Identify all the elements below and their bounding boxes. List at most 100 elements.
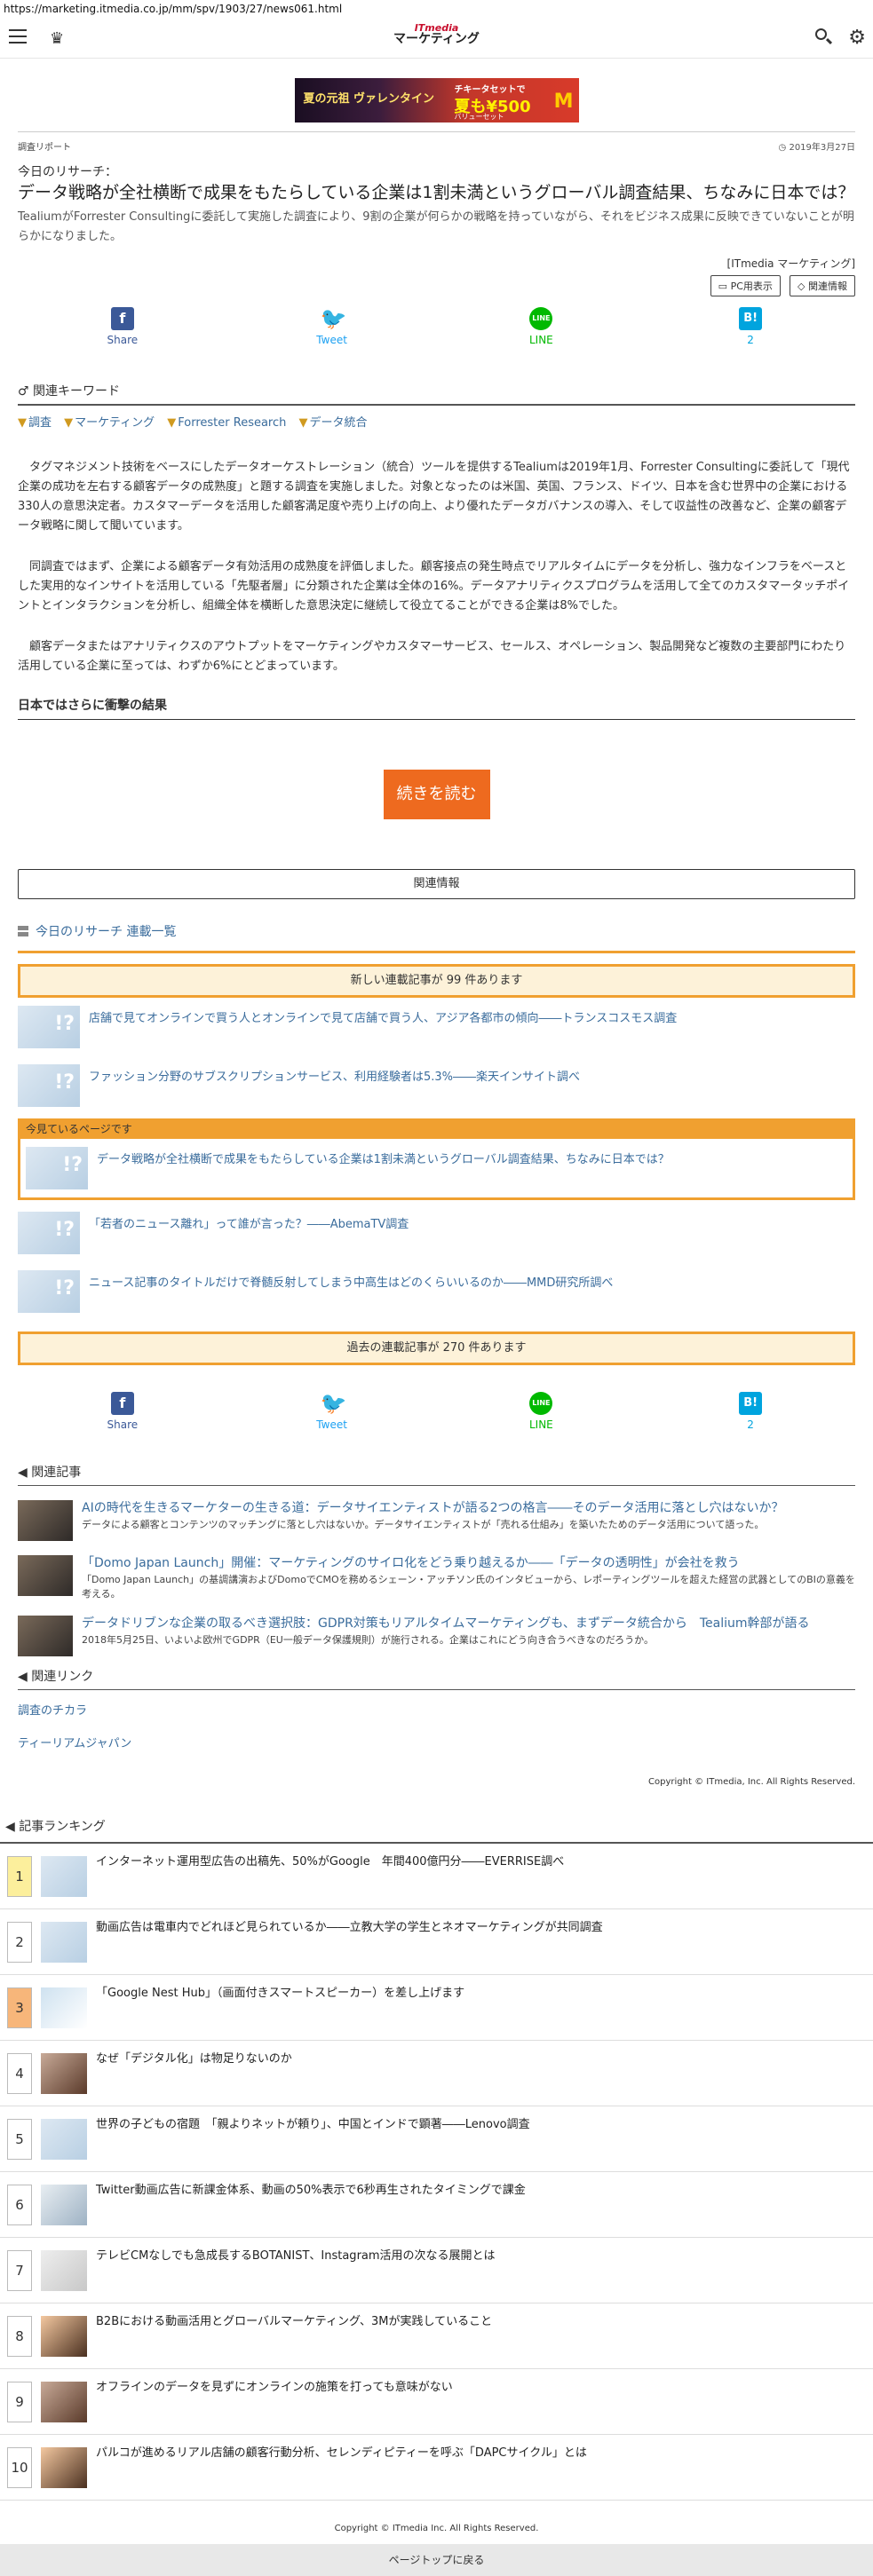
serial-item[interactable]: 店舗で見てオンラインで買う人とオンラインで見て店舗で買う人、アジア各都市の傾向―… (18, 998, 855, 1056)
serial-item-link[interactable]: 「若者のニュース離れ」って誰が言った？――AbemaTV調査 (89, 1216, 409, 1234)
ranking-title[interactable]: 世界の子どもの宿題 「親よりネットが頼り」、中国とインドで顕著――Lenovo調… (96, 2117, 530, 2133)
search-icon[interactable] (814, 28, 834, 47)
date-text: 2019年3月27日 (789, 143, 855, 153)
related-info-panel-button[interactable]: 関連情報 (18, 869, 855, 899)
serial-item[interactable]: データ戦略が全社横断で成果をもたらしている企業は1割未満というグローバル調査結果… (20, 1139, 853, 1197)
article-tools: ▭ PC用表示 ◇ 関連情報 (18, 275, 855, 296)
article-paragraph: タグマネジメント技術をベースにしたデータオーケストレーション（統合）ツールを提供… (18, 461, 850, 533)
rank-number: 6 (7, 2184, 32, 2225)
ranking-title[interactable]: インターネット運用型広告の出稿先、50%がGoogle 年間400億円分――EV… (96, 1854, 564, 1870)
related-link[interactable]: 調査のチカラ (18, 1701, 855, 1718)
ranking-list: 1 インターネット運用型広告の出稿先、50%がGoogle 年間400億円分――E… (0, 1844, 873, 2501)
url-bar[interactable]: https://marketing.itmedia.co.jp/mm/spv/1… (0, 0, 873, 18)
ranking-item[interactable]: 2 動画広告は電車内でどれほど見られているか――立教大学の学生とネオマーケティング… (0, 1909, 873, 1975)
ranking-thumbnail (41, 2184, 87, 2225)
facebook-icon: f (110, 1392, 134, 1415)
share-bar-bottom: f Share 🐦 Tweet LINE LINE B! 2 (0, 1392, 873, 1443)
tag-icon: ▼ (18, 416, 27, 430)
ranking-item[interactable]: 3 「Google Nest Hub」（画面付きスマートスピーカー）を差し上げます (0, 1975, 873, 2041)
serial-thumbnail (18, 1064, 80, 1107)
related-article-title[interactable]: データドリブンな企業の取るべき選択肢：GDPR対策もリアルタイムマーケティングも… (82, 1616, 810, 1632)
twitter-share-button[interactable]: 🐦 Tweet (297, 307, 368, 359)
ranking-thumbnail (41, 1987, 87, 2028)
tag-icon: ▼ (167, 416, 177, 430)
keyword-link[interactable]: ▼ Forrester Research (167, 416, 286, 430)
settings-icon[interactable]: ⚙ (848, 27, 866, 49)
related-info-button[interactable]: ◇ 関連情報 (790, 275, 855, 296)
ranking-title[interactable]: パルコが進めるリアル店舗の顧客行動分析、セレンディピティーを呼ぶ「DAPCサイク… (96, 2446, 587, 2461)
article-copyright: Copyright © ITmedia, Inc. All Rights Res… (648, 1777, 855, 1787)
rank-number: 9 (7, 2381, 32, 2422)
related-link[interactable]: ティーリアムジャパン (18, 1734, 855, 1750)
ranking-item[interactable]: 7 テレビCMなしでも急成長するBOTANIST、Instagram活用の次なる展… (0, 2238, 873, 2303)
ranking-title[interactable]: テレビCMなしでも急成長するBOTANIST、Instagram活用の次なる展開… (96, 2248, 496, 2264)
pc-view-button[interactable]: ▭ PC用表示 (710, 275, 781, 296)
article-category[interactable]: 調査リポート (18, 139, 71, 153)
serial-item-link[interactable]: 店舗で見てオンラインで買う人とオンラインで見て店舗で買う人、アジア各都市の傾向―… (89, 1010, 677, 1028)
serial-item-link[interactable]: ニュース記事のタイトルだけで脊髄反射してしまう中高生はどのくらいいるのか――MM… (89, 1275, 613, 1292)
keyword-text: データ統合 (309, 416, 368, 430)
ranking-item[interactable]: 5 世界の子どもの宿題 「親よりネットが頼り」、中国とインドで顕著――Lenovo… (0, 2106, 873, 2172)
old-serial-notice[interactable]: 過去の連載記事が 270 件あります (18, 1331, 855, 1365)
hatena-share-button[interactable]: B! 2 (715, 1392, 786, 1443)
related-article-desc: 「Domo Japan Launch」の基調講演およびDomoでCMOを務めるシ… (82, 1574, 855, 1600)
ranking-title[interactable]: なぜ「デジタル化」は物足りないのか (96, 2051, 292, 2067)
facebook-share-button[interactable]: f Share (87, 307, 158, 359)
article-header: 今日のリサーチ： データ戦略が全社横断で成果をもたらしている企業は1割未満という… (0, 162, 873, 296)
article-meta: 調査リポート ◷ 2019年3月27日 (18, 131, 855, 154)
keyword-link[interactable]: ▼ マーケティング (64, 416, 155, 430)
related-articles-heading-text: 関連記事 (31, 1466, 82, 1480)
related-article-photo (18, 1555, 73, 1596)
related-article-title[interactable]: AIの時代を生きるマーケターの生きる道：データサイエンティストが語る2つの格言―… (82, 1500, 784, 1516)
related-article-title[interactable]: 「Domo Japan Launch」開催：マーケティングのサイロ化をどう乗り越… (82, 1555, 855, 1571)
rank-number: 2 (7, 1921, 32, 1963)
share-bar-top: f Share 🐦 Tweet LINE LINE B! 2 (0, 307, 873, 359)
serial-item-link[interactable]: ファッション分野のサブスクリプションサービス、利用経験者は5.3%――楽天インサ… (89, 1069, 580, 1087)
new-serial-notice[interactable]: 新しい連載記事が 99 件あります (18, 964, 855, 998)
ranking-title[interactable]: Twitter動画広告に新課金体系、動画の50%表示で6秒再生されたタイミングで… (96, 2183, 526, 2199)
rank-number: 7 (7, 2249, 32, 2291)
ranking-title[interactable]: 「Google Nest Hub」（画面付きスマートスピーカー）を差し上げます (96, 1986, 464, 2002)
ranking-thumbnail (41, 2315, 87, 2357)
serial-heading[interactable]: 今日のリサーチ 連載一覧 (18, 922, 855, 953)
related-links-heading: ◀ 関連リンク (18, 1662, 855, 1690)
ad-banner[interactable]: 夏の元祖 ヴァレンタイン チキータセットで 夏も¥500 バリューセット M (294, 78, 579, 122)
site-header: ♛ ITmedia マーケティング ⚙ (0, 18, 873, 59)
facebook-share-label: Share (107, 334, 139, 346)
serial-item[interactable]: ニュース記事のタイトルだけで脊髄反射してしまう中高生はどのくらいいるのか――MM… (18, 1262, 855, 1321)
line-share-button[interactable]: LINE LINE (505, 1392, 576, 1443)
site-logo[interactable]: ITmedia マーケティング (0, 23, 873, 45)
line-share-button[interactable]: LINE LINE (505, 307, 576, 359)
mcdonalds-logo: M (553, 91, 574, 113)
related-article[interactable]: 「Domo Japan Launch」開催：マーケティングのサイロ化をどう乗り越… (18, 1555, 855, 1601)
ranking-item[interactable]: 10 パルコが進めるリアル店舗の顧客行動分析、セレンディピティーを呼ぶ「DAPCサ… (0, 2435, 873, 2501)
ranking-title[interactable]: B2Bにおける動画活用とグローバルマーケティング、3Mが実践していること (96, 2314, 492, 2330)
ranking-title[interactable]: 動画広告は電車内でどれほど見られているか――立教大学の学生とネオマーケティングが… (96, 1920, 603, 1936)
facebook-share-button[interactable]: f Share (87, 1392, 158, 1443)
ranking-item[interactable]: 6 Twitter動画広告に新課金体系、動画の50%表示で6秒再生されたタイミング… (0, 2172, 873, 2238)
rank-number: 4 (7, 2052, 32, 2094)
ranking-title[interactable]: オフラインのデータを見ずにオンラインの施策を打っても意味がない (96, 2380, 453, 2396)
article-body: ♂ 関連キーワード ▼ 調査 ▼ マーケティング ▼ Forrester Resear… (0, 376, 873, 1365)
back-to-top-button[interactable]: ページトップに戻る (0, 2544, 873, 2576)
serial-item[interactable]: 「若者のニュース離れ」って誰が言った？――AbemaTV調査 (18, 1204, 855, 1262)
twitter-share-label: Tweet (316, 1418, 347, 1431)
ranking-item[interactable]: 8 B2Bにおける動画活用とグローバルマーケティング、3Mが実践していること (0, 2303, 873, 2369)
ranking-item[interactable]: 1 インターネット運用型広告の出稿先、50%がGoogle 年間400億円分――E… (0, 1844, 873, 1909)
serial-item[interactable]: ファッション分野のサブスクリプションサービス、利用経験者は5.3%――楽天インサ… (18, 1056, 855, 1115)
ranking-item[interactable]: 9 オフラインのデータを見ずにオンラインの施策を打っても意味がない (0, 2369, 873, 2435)
serial-item-link[interactable]: データ戦略が全社横断で成果をもたらしている企業は1割未満というグローバル調査結果… (97, 1151, 670, 1169)
read-more-button[interactable]: 続きを読む (383, 770, 490, 819)
related-article[interactable]: データドリブンな企業の取るべき選択肢：GDPR対策もリアルタイムマーケティングも… (18, 1616, 855, 1656)
hatena-share-button[interactable]: B! 2 (715, 307, 786, 359)
ranking-item[interactable]: 4 なぜ「デジタル化」は物足りないのか (0, 2041, 873, 2106)
keyword-link[interactable]: ▼ データ統合 (299, 416, 368, 430)
keyword-link[interactable]: ▼ 調査 (18, 416, 52, 430)
related-article[interactable]: AIの時代を生きるマーケターの生きる道：データサイエンティストが語る2つの格言―… (18, 1500, 855, 1541)
related-links-heading-text: 関連リンク (31, 1670, 94, 1684)
twitter-share-label: Tweet (316, 334, 347, 346)
ranking-thumbnail (41, 2118, 87, 2160)
ad-text-campaign: 夏の元祖 ヴァレンタイン (303, 92, 435, 106)
keyword-text: Forrester Research (178, 416, 287, 430)
twitter-share-button[interactable]: 🐦 Tweet (297, 1392, 368, 1443)
